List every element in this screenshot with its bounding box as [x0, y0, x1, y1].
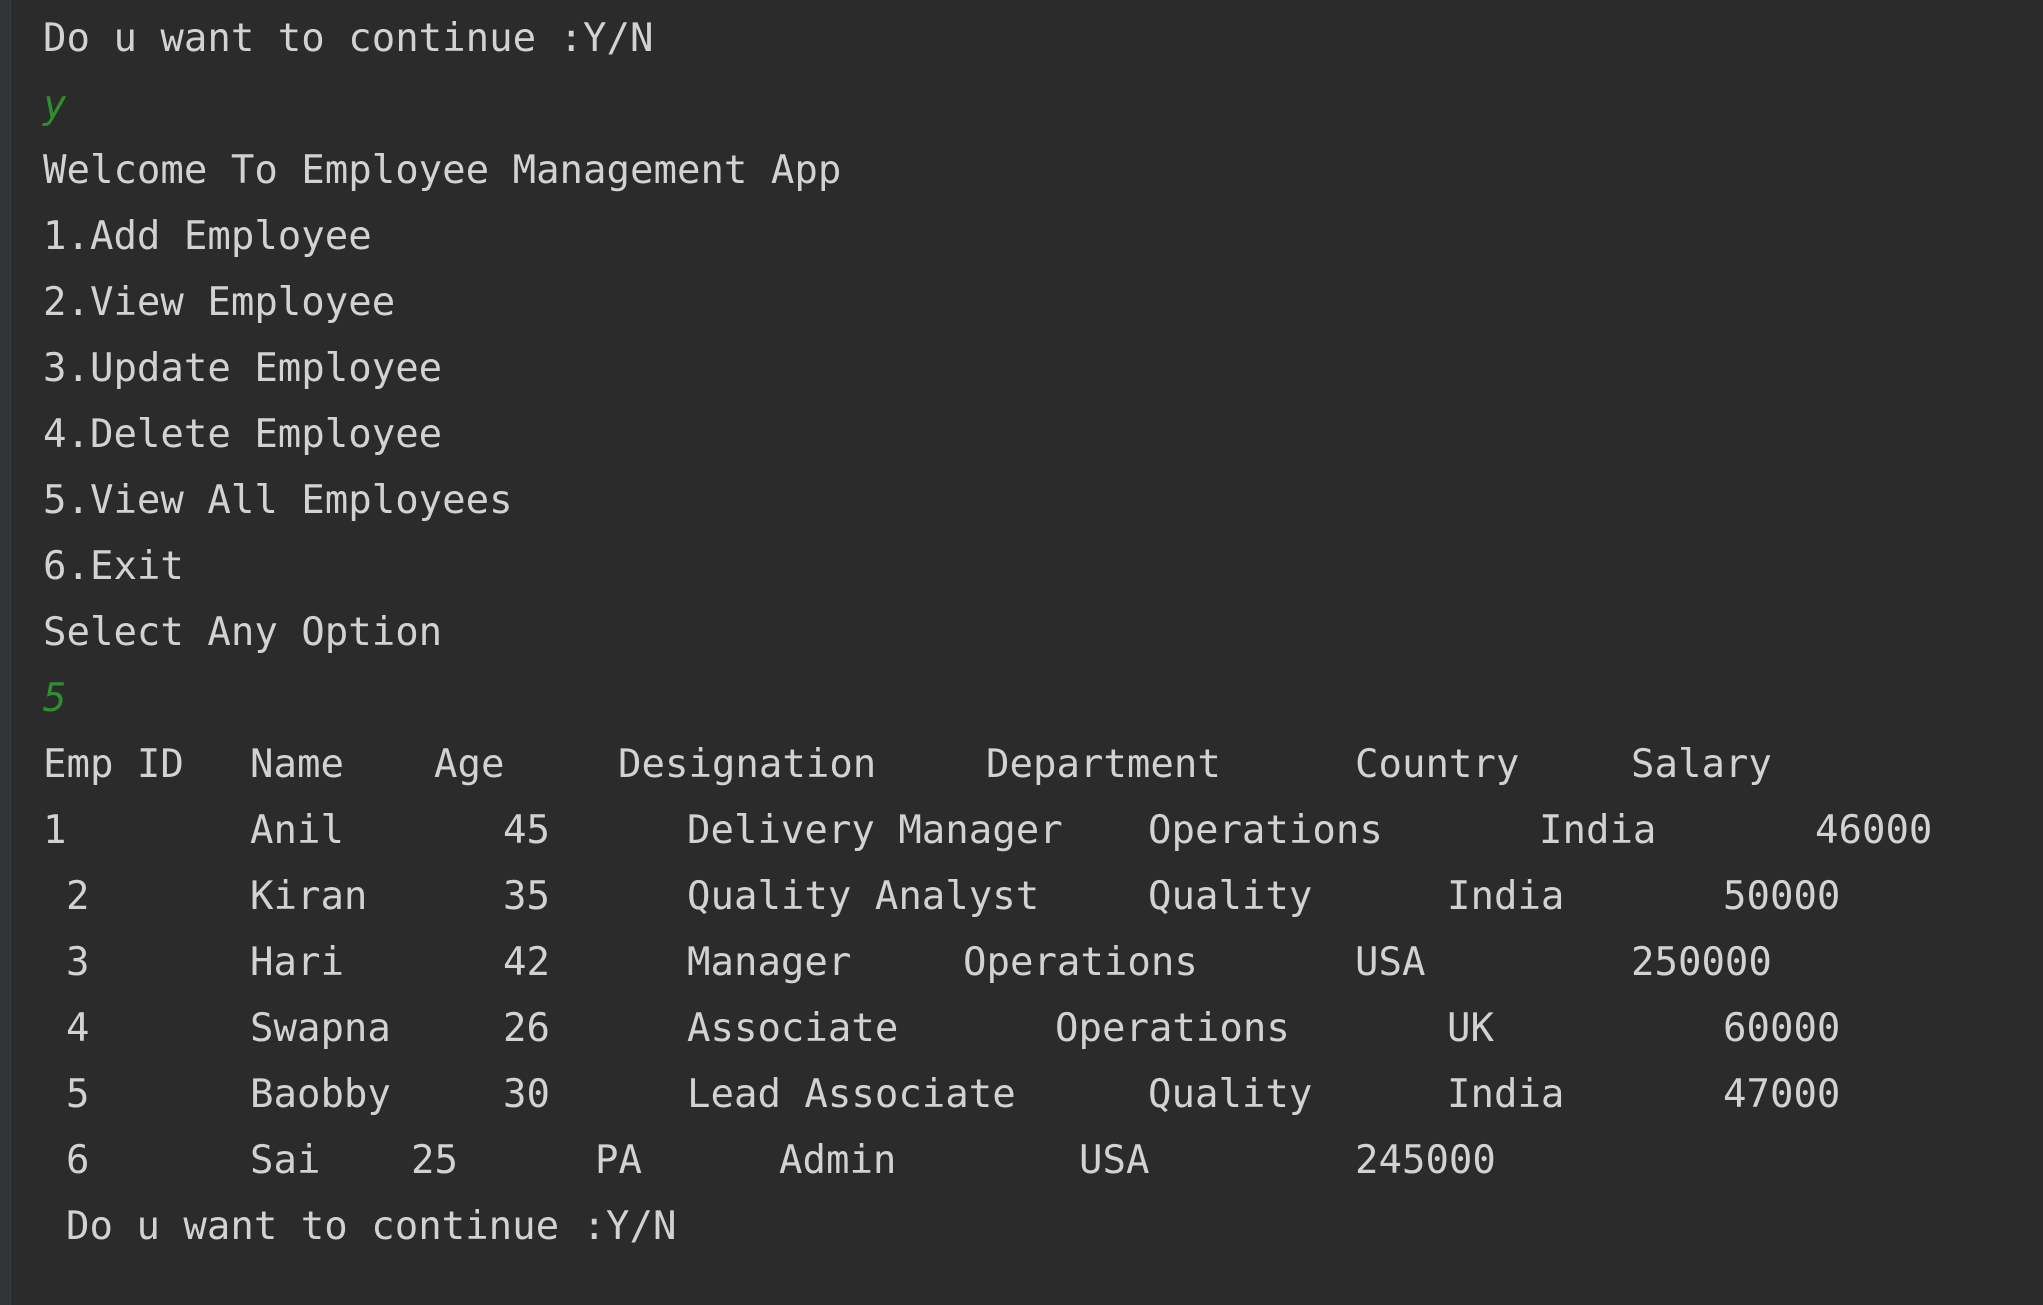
- cell-country: USA: [1355, 940, 1426, 985]
- cell-country: India: [1539, 808, 1657, 853]
- cell-department: Operations: [963, 940, 1198, 985]
- cell-designation: PA: [595, 1138, 642, 1183]
- cell-age: 45: [503, 808, 550, 853]
- cell-emp-id: 5: [66, 1072, 90, 1117]
- menu-item-view-all-employees: 5.View All Employees: [43, 478, 513, 523]
- cell-emp-id: 4: [66, 1006, 90, 1051]
- run-console-output[interactable]: Do u want to continue :Y/N y Welcome To …: [0, 0, 2043, 1305]
- user-input-option: 5: [43, 676, 67, 721]
- cell-age: 35: [503, 874, 550, 919]
- cell-designation: Lead Associate: [687, 1072, 1016, 1117]
- header-salary: Salary: [1631, 742, 1772, 787]
- cell-department: Quality: [1148, 874, 1313, 919]
- cell-salary: 50000: [1723, 874, 1841, 919]
- user-input-continue: y: [43, 83, 67, 128]
- cell-designation: Associate: [687, 1006, 899, 1051]
- cell-country: India: [1447, 1072, 1565, 1117]
- cell-emp-id: 6: [66, 1138, 90, 1183]
- cell-name: Kiran: [250, 874, 368, 919]
- menu-item-update-employee: 3.Update Employee: [43, 346, 443, 391]
- cell-age: 30: [503, 1072, 550, 1117]
- welcome-message: Welcome To Employee Management App: [43, 148, 842, 193]
- cell-department: Admin: [779, 1138, 897, 1183]
- menu-item-delete-employee: 4.Delete Employee: [43, 412, 443, 457]
- continue-prompt: Do u want to continue :Y/N: [43, 16, 654, 61]
- cell-salary: 60000: [1723, 1006, 1841, 1051]
- cell-emp-id: 2: [66, 874, 90, 919]
- cell-department: Operations: [1148, 808, 1383, 853]
- cell-salary: 245000: [1355, 1138, 1496, 1183]
- cell-designation: Delivery Manager: [687, 808, 1063, 853]
- menu-item-add-employee: 1.Add Employee: [43, 214, 372, 259]
- cell-name: Baobby: [250, 1072, 391, 1117]
- cell-name: Anil: [250, 808, 344, 853]
- cell-age: 25: [411, 1138, 458, 1183]
- cell-age: 42: [503, 940, 550, 985]
- header-department: Department: [986, 742, 1221, 787]
- menu-item-view-employee: 2.View Employee: [43, 280, 396, 325]
- select-option-prompt: Select Any Option: [43, 610, 443, 655]
- header-emp-id: Emp ID: [43, 742, 184, 787]
- cell-name: Hari: [250, 940, 344, 985]
- cell-country: USA: [1079, 1138, 1150, 1183]
- cell-salary: 47000: [1723, 1072, 1841, 1117]
- cell-salary: 250000: [1631, 940, 1772, 985]
- cell-emp-id: 1: [43, 808, 67, 853]
- cell-name: Swapna: [250, 1006, 391, 1051]
- cell-designation: Manager: [687, 940, 852, 985]
- cell-age: 26: [503, 1006, 550, 1051]
- cell-designation: Quality Analyst: [687, 874, 1040, 919]
- header-age: Age: [434, 742, 505, 787]
- cell-department: Quality: [1148, 1072, 1313, 1117]
- menu-item-exit: 6.Exit: [43, 544, 184, 589]
- cell-country: India: [1447, 874, 1565, 919]
- header-name: Name: [250, 742, 344, 787]
- cell-salary: 46000: [1815, 808, 1933, 853]
- cell-name: Sai: [250, 1138, 321, 1183]
- cell-emp-id: 3: [66, 940, 90, 985]
- cell-country: UK: [1447, 1006, 1494, 1051]
- cell-department: Operations: [1055, 1006, 1290, 1051]
- header-country: Country: [1355, 742, 1520, 787]
- header-designation: Designation: [618, 742, 877, 787]
- continue-prompt-2: Do u want to continue :Y/N: [66, 1204, 677, 1249]
